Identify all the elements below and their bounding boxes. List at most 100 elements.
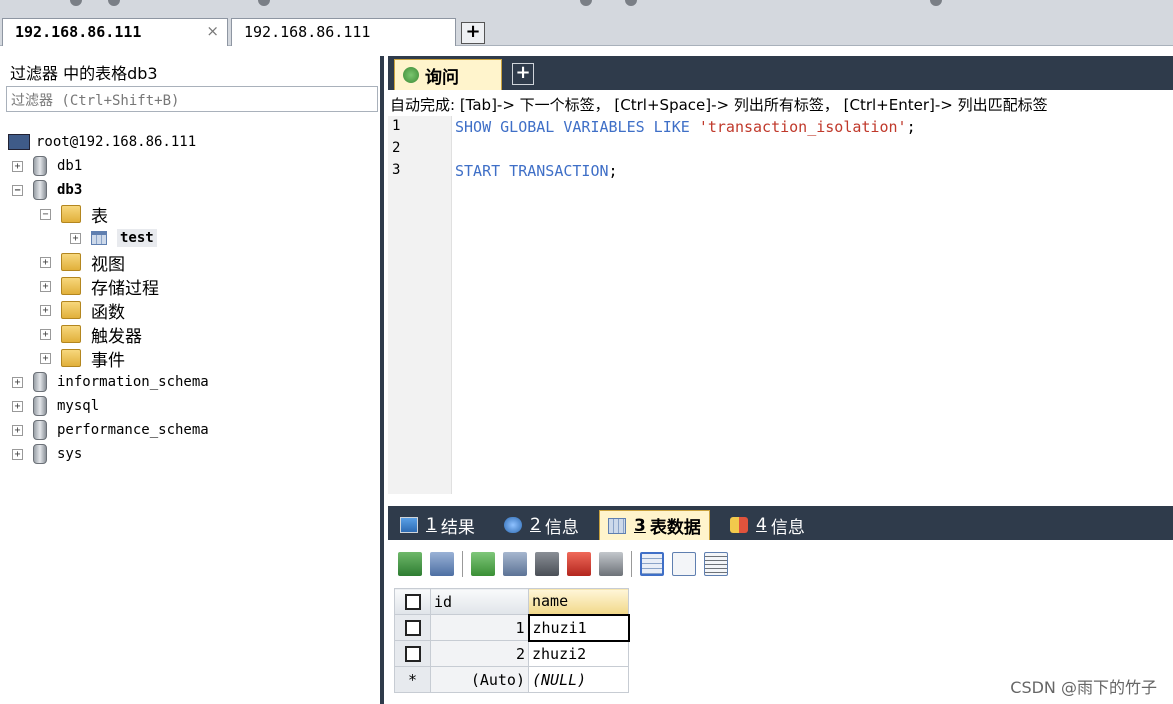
sql-terminator: ;: [608, 162, 618, 180]
code-line[interactable]: START TRANSACTION;: [455, 162, 618, 180]
tree-item-mysql[interactable]: + mysql: [12, 394, 99, 418]
database-icon: [33, 156, 47, 176]
filter-title: 过滤器 中的表格db3: [10, 64, 158, 83]
data-toolbar: [388, 544, 1173, 584]
column-header-id[interactable]: id: [430, 588, 529, 615]
query-tab-bar: 询问 +: [388, 56, 1173, 90]
expand-icon[interactable]: +: [12, 424, 23, 436]
cell-name[interactable]: zhuzi2: [528, 640, 629, 667]
column-header-name[interactable]: name: [528, 588, 629, 615]
autocomplete-hint: 自动完成: [Tab]-> 下一个标签， [Ctrl+Space]-> 列出所有…: [390, 96, 1048, 114]
watermark: CSDN @雨下的竹子: [1010, 678, 1157, 697]
connection-tab[interactable]: 192.168.86.111: [231, 18, 456, 46]
cell-id[interactable]: 2: [430, 640, 529, 667]
tree-item-db3[interactable]: − db3: [12, 178, 82, 202]
folder-icon: [61, 349, 81, 367]
tree-item-label: 触发器: [91, 326, 142, 347]
expand-icon[interactable]: +: [12, 400, 23, 412]
line-number: 3: [392, 162, 401, 178]
server-icon: [8, 134, 30, 150]
table-row[interactable]: 2 zhuzi2: [394, 640, 629, 667]
tree-folder-events[interactable]: + 事件: [40, 346, 125, 371]
cancel-icon[interactable]: [599, 552, 623, 576]
tree-item-db1[interactable]: + db1: [12, 154, 82, 178]
collapse-icon[interactable]: −: [12, 184, 23, 196]
tab-table-data[interactable]: 3 表数据: [599, 510, 710, 540]
tab-info-2[interactable]: 4 信息: [722, 510, 813, 540]
row-checkbox[interactable]: [394, 614, 431, 641]
new-query-tab-button[interactable]: +: [512, 63, 534, 85]
tab-query[interactable]: 询问: [394, 59, 502, 90]
text-view-icon[interactable]: [704, 552, 728, 576]
expand-icon[interactable]: +: [40, 304, 51, 316]
info-icon: [504, 517, 522, 533]
info-icon: [730, 517, 748, 533]
cell-id[interactable]: (Auto): [430, 666, 529, 693]
close-icon[interactable]: ×: [206, 22, 219, 40]
expand-icon[interactable]: +: [12, 376, 23, 388]
toolbar-separator: [462, 551, 463, 577]
tree-folder-tables[interactable]: − 表: [40, 202, 108, 227]
data-grid[interactable]: id name 1 zhuzi1 2 zhuzi2 * (Auto) (NULL…: [394, 588, 630, 693]
tree-item-label: performance_schema: [57, 422, 209, 438]
tree-table-test[interactable]: + test: [70, 226, 157, 250]
table-header-row: id name: [394, 588, 629, 615]
collapse-icon[interactable]: −: [40, 208, 51, 220]
tree-folder-functions[interactable]: + 函数: [40, 298, 125, 323]
line-number: 2: [392, 140, 401, 156]
row-checkbox[interactable]: [394, 640, 431, 667]
expand-icon[interactable]: +: [40, 328, 51, 340]
code-line[interactable]: SHOW GLOBAL VARIABLES LIKE 'transaction_…: [455, 118, 916, 136]
filter-input[interactable]: 过滤器 (Ctrl+Shift+B): [6, 86, 378, 112]
sql-terminator: ;: [906, 118, 916, 136]
query-tab-label: 询问: [425, 67, 459, 88]
server-label: root@192.168.86.111: [36, 134, 197, 150]
add-row-icon[interactable]: [471, 552, 495, 576]
query-icon: [403, 67, 419, 83]
tree-folder-procedures[interactable]: + 存储过程: [40, 274, 159, 299]
tab-label: 信息: [770, 517, 805, 538]
tree-item-information-schema[interactable]: + information_schema: [12, 370, 209, 394]
tree-item-label: mysql: [57, 398, 100, 414]
tree-item-label: 存储过程: [91, 278, 159, 299]
tree-item-performance-schema[interactable]: + performance_schema: [12, 418, 209, 442]
tree-folder-views[interactable]: + 视图: [40, 250, 125, 275]
table-row[interactable]: 1 zhuzi1: [394, 613, 630, 642]
connection-tab-active[interactable]: 192.168.86.111 ×: [2, 18, 228, 46]
tree-item-sys[interactable]: + sys: [12, 442, 82, 466]
expand-icon[interactable]: +: [12, 160, 23, 172]
table-icon: [91, 231, 107, 245]
expand-icon[interactable]: +: [12, 448, 23, 460]
result-tab-bar: 1 结果 2 信息 3 表数据 4 信息: [388, 506, 1173, 540]
expand-icon[interactable]: +: [40, 352, 51, 364]
tab-number: 3: [634, 515, 646, 536]
grid-view-icon[interactable]: [640, 552, 664, 576]
form-view-icon[interactable]: [672, 552, 696, 576]
cell-id[interactable]: 1: [430, 614, 529, 641]
tree-item-label: 表: [91, 206, 108, 227]
connection-tab-label: 192.168.86.111: [15, 23, 142, 41]
select-all-checkbox[interactable]: [394, 588, 431, 615]
save-icon[interactable]: [535, 552, 559, 576]
new-connection-tab-button[interactable]: +: [461, 22, 485, 44]
import-icon[interactable]: [430, 552, 454, 576]
tab-result[interactable]: 1 结果: [392, 510, 483, 540]
table-data-icon: [608, 517, 626, 534]
sql-editor[interactable]: 1 2 3 SHOW GLOBAL VARIABLES LIKE 'transa…: [388, 116, 1173, 494]
expand-icon[interactable]: +: [70, 232, 81, 244]
tree-folder-triggers[interactable]: + 触发器: [40, 322, 142, 347]
duplicate-row-icon[interactable]: [503, 552, 527, 576]
sql-keyword: START TRANSACTION: [455, 162, 609, 180]
export-icon[interactable]: [398, 552, 422, 576]
cell-name[interactable]: zhuzi1: [527, 613, 630, 642]
tree-server[interactable]: root@192.168.86.111: [8, 130, 196, 154]
expand-icon[interactable]: +: [40, 256, 51, 268]
tree-item-label: information_schema: [57, 374, 209, 390]
database-icon: [33, 372, 47, 392]
tab-info[interactable]: 2 信息: [496, 510, 587, 540]
tab-label: 结果: [440, 517, 475, 538]
table-row-new[interactable]: * (Auto) (NULL): [394, 666, 629, 693]
expand-icon[interactable]: +: [40, 280, 51, 292]
delete-icon[interactable]: [567, 552, 591, 576]
cell-name[interactable]: (NULL): [528, 666, 629, 693]
